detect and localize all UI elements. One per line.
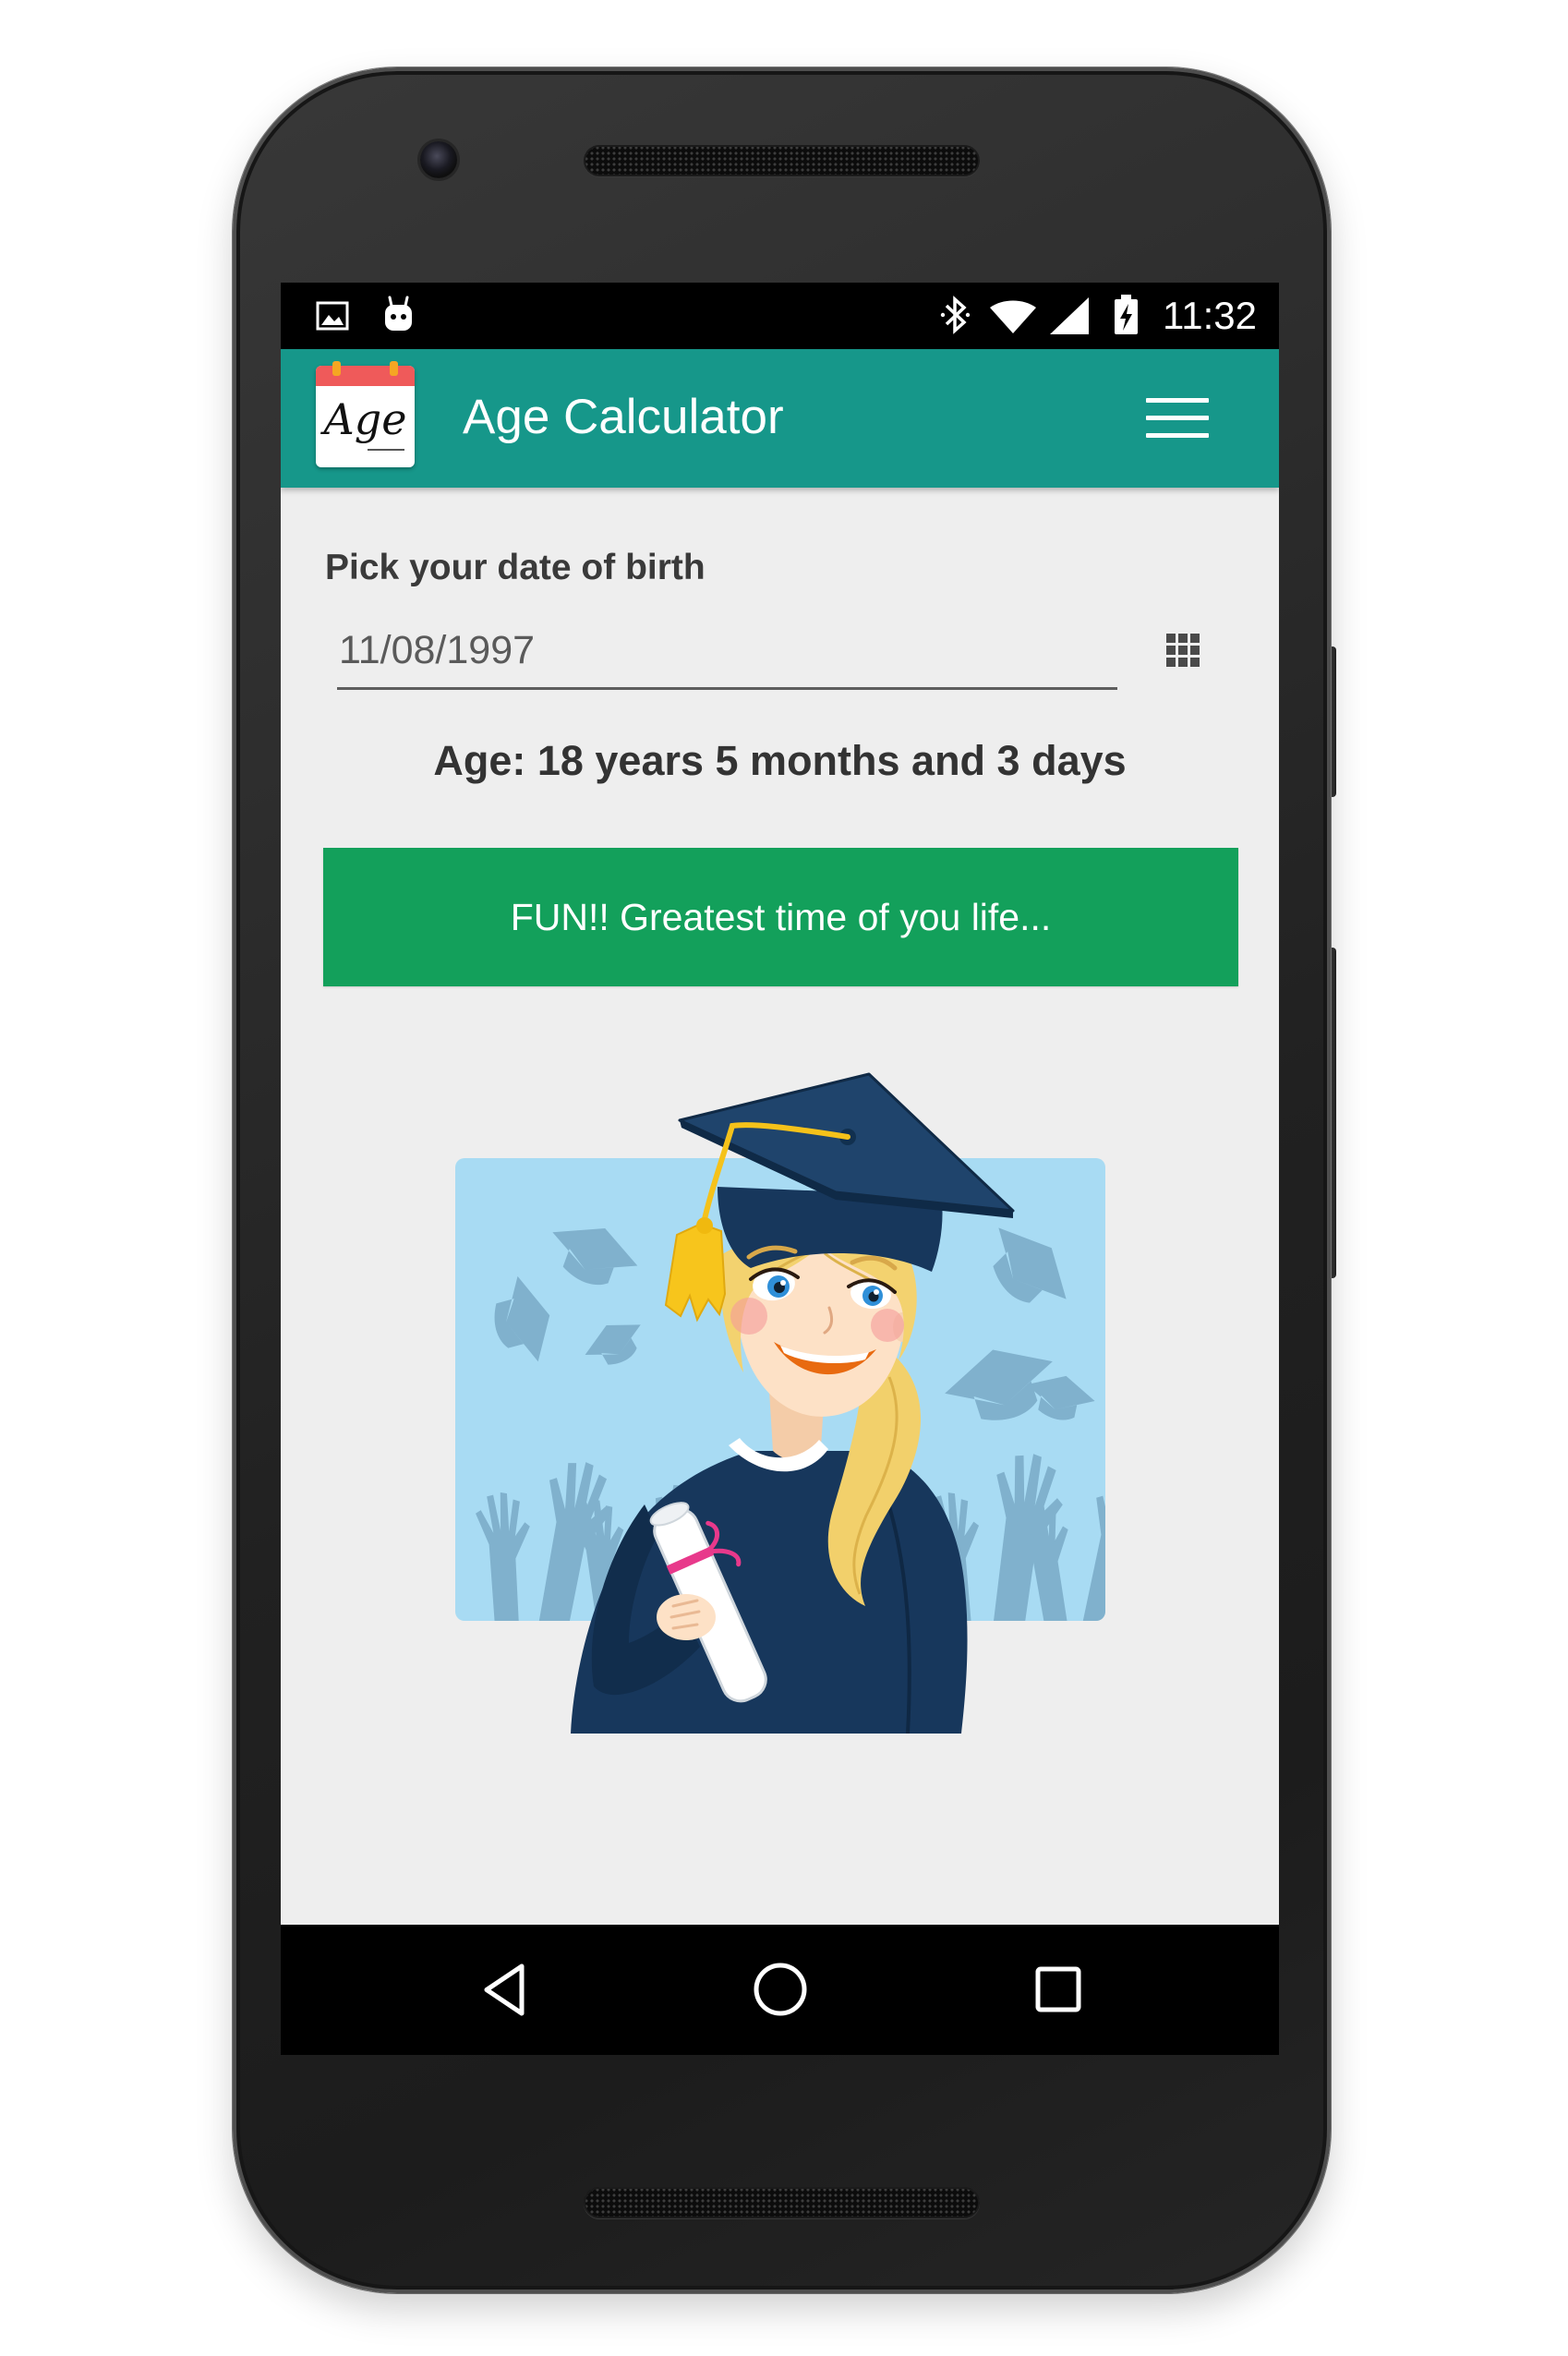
age-calendar-logo: Age	[316, 361, 415, 467]
cheek-right	[871, 1309, 904, 1342]
logo-calendar-ring	[332, 361, 341, 376]
clock-time: 11:32	[1163, 294, 1257, 337]
cheek-left	[730, 1298, 767, 1335]
android-notification-icon	[385, 296, 412, 331]
date-of-birth-field[interactable]	[337, 615, 1117, 690]
graduate-illustration	[455, 1072, 1105, 1734]
logo-underline	[368, 449, 404, 451]
status-bar: 11:32	[281, 283, 1279, 349]
date-of-birth-input[interactable]	[339, 624, 1096, 676]
age-result-text: Age: 18 years 5 months and 3 days	[433, 737, 1127, 784]
front-camera	[420, 141, 457, 178]
image-notification-icon	[316, 301, 349, 331]
logo-text: Age	[323, 394, 407, 444]
app-bar: Age Age Calculator	[281, 349, 1279, 488]
logo-calendar-band	[316, 366, 415, 386]
logo-calendar-ring	[390, 361, 398, 376]
date-of-birth-label: Pick your date of birth	[325, 548, 706, 587]
navigation-bar	[281, 1925, 1279, 2055]
hamburger-menu-icon[interactable]	[1146, 398, 1209, 438]
phone-screen: 11:32 Age Age Calculator Pick your date …	[281, 283, 1279, 2055]
top-speaker-grille	[584, 145, 980, 176]
hand	[657, 1594, 716, 1640]
recent-apps-icon[interactable]	[1035, 1966, 1081, 2012]
cellular-signal-icon	[1050, 297, 1089, 334]
wifi-icon	[990, 300, 1036, 333]
back-icon[interactable]	[481, 1963, 526, 2017]
main-content: Pick your date of birth Age: 18 years 5 …	[281, 488, 1279, 1925]
app-title: Age Calculator	[463, 390, 784, 444]
home-icon[interactable]	[753, 1962, 808, 2017]
bluetooth-icon	[940, 296, 971, 334]
age-message-button[interactable]: FUN!! Greatest time of you life...	[323, 848, 1238, 986]
bottom-speaker-grille	[584, 2187, 980, 2218]
grid-icon[interactable]	[1166, 633, 1200, 668]
battery-charging-icon	[1115, 295, 1138, 334]
